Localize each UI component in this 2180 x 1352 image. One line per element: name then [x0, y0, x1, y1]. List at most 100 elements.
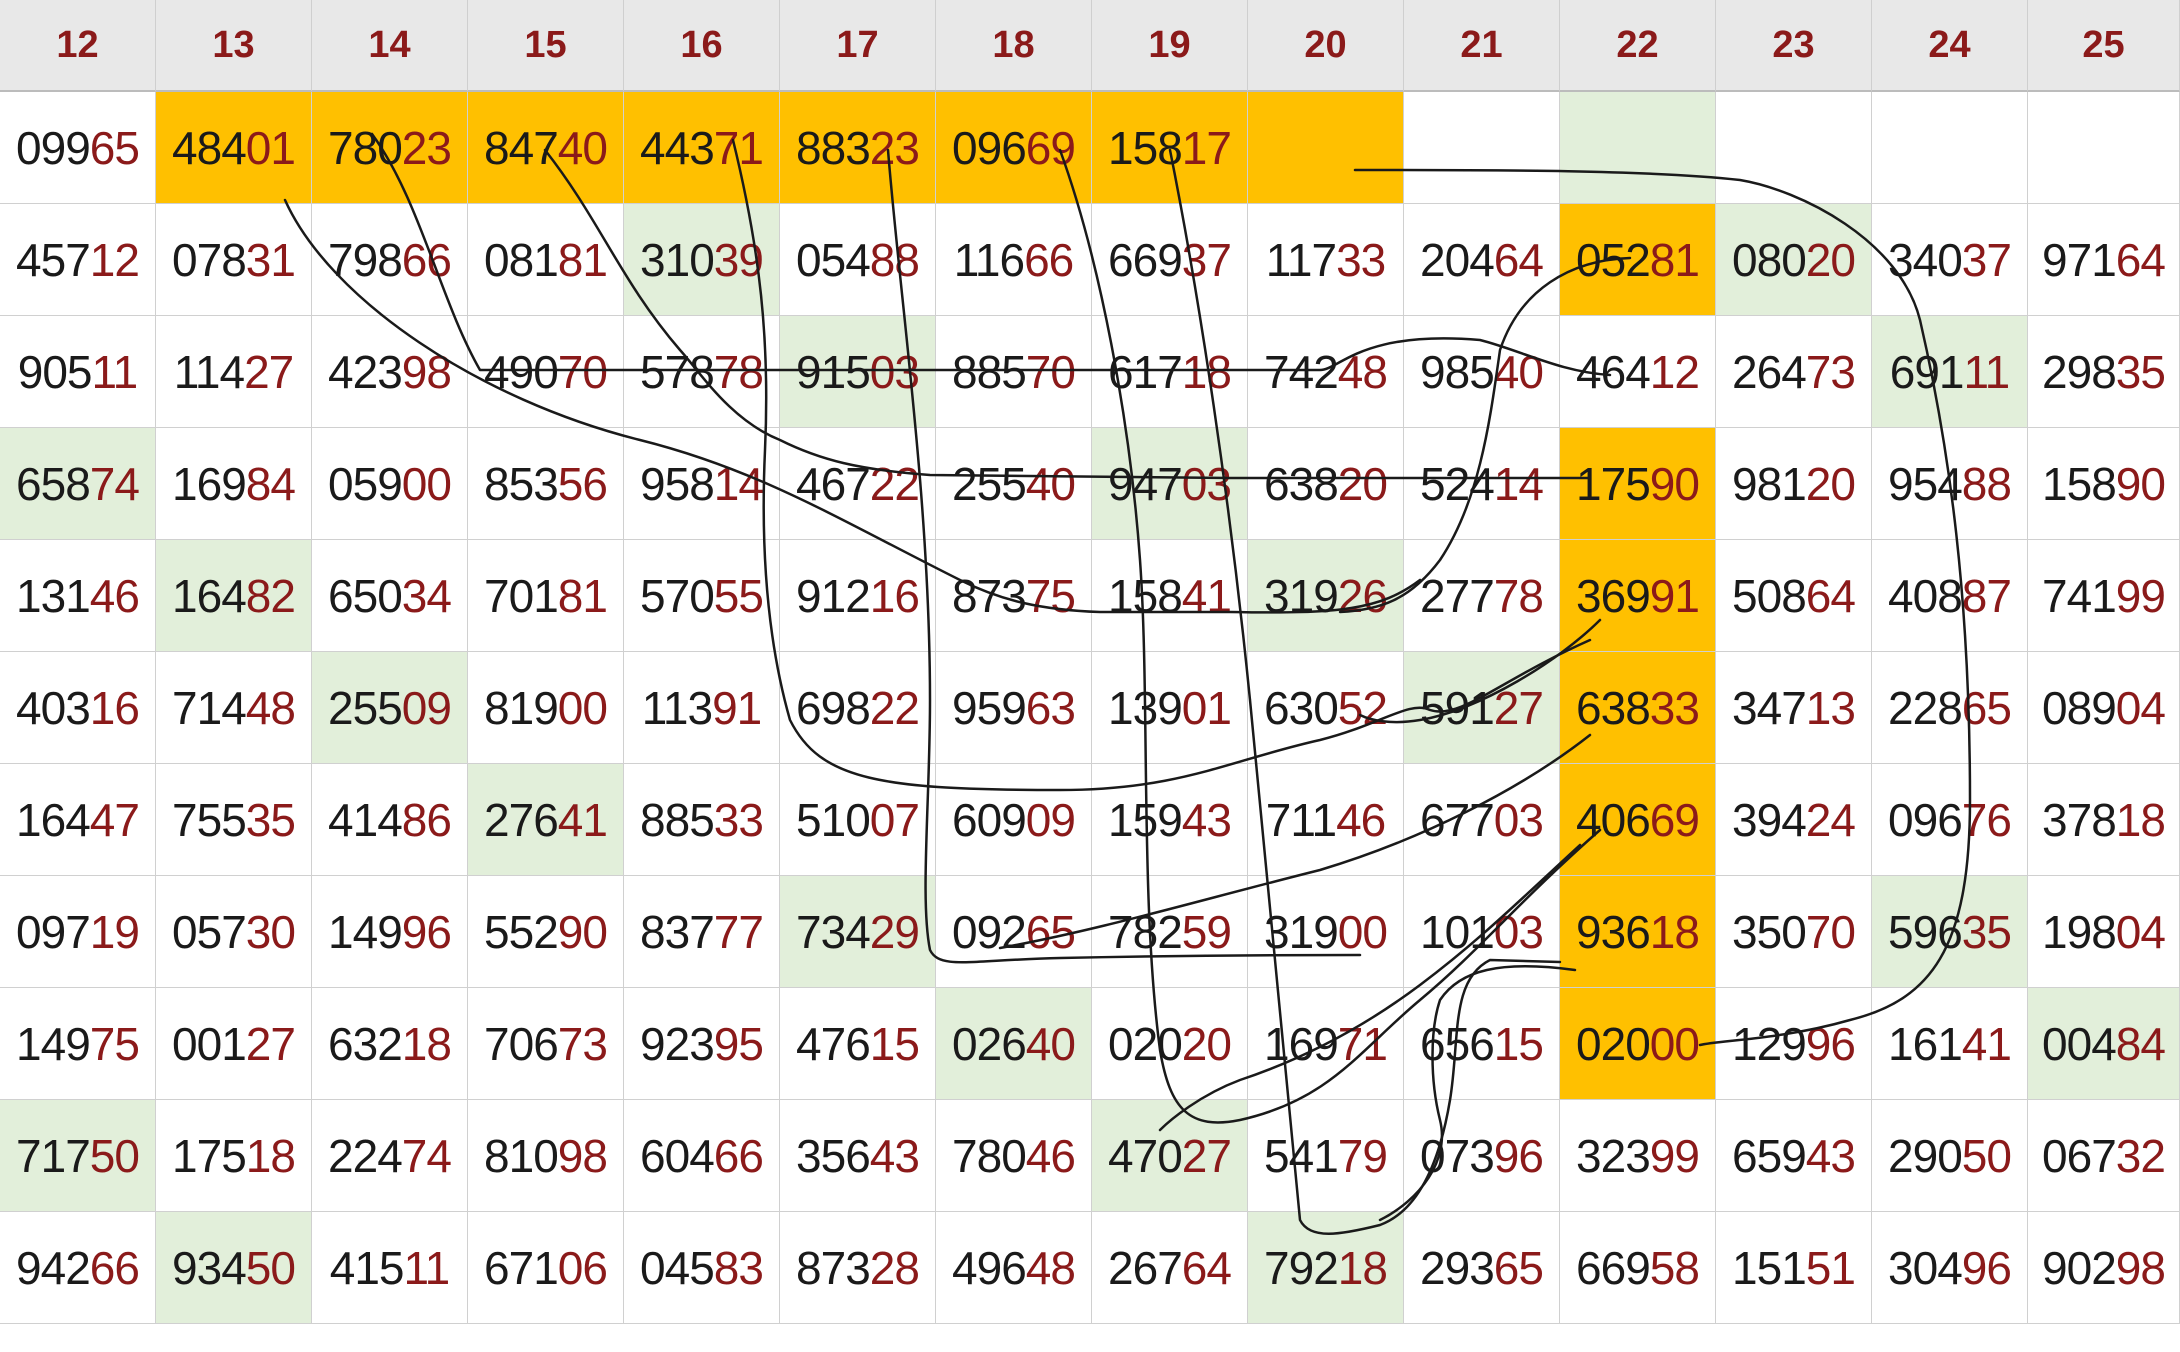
table-cell: 149 96	[312, 876, 468, 988]
cell-digits-trailing: 06	[557, 1241, 608, 1294]
table-cell: 116 66	[936, 204, 1092, 316]
cell-digits-trailing: 66	[713, 1129, 764, 1182]
table-cell: 490 70	[468, 316, 624, 428]
table-cell: 510 07	[780, 764, 936, 876]
cell-digits-trailing: 66	[89, 1241, 140, 1294]
cell-digits-trailing: 17	[1181, 121, 1232, 174]
cell-digits-trailing: 35	[245, 793, 296, 846]
cell-digits-leading: 356	[796, 1129, 871, 1182]
cell-digits-leading: 423	[328, 345, 403, 398]
cell-digits-leading: 596	[1888, 905, 1963, 958]
cell-digits-trailing: 37	[1181, 233, 1232, 286]
cell-digits-trailing: 12	[89, 233, 140, 286]
cell-digits-leading: 630	[1264, 681, 1339, 734]
cell-digits-trailing: 11	[1963, 345, 2010, 398]
table-cell: 464 12	[1560, 316, 1716, 428]
cell-digits-trailing: 96	[401, 905, 452, 958]
cell-digits-leading: 885	[640, 793, 715, 846]
table-cell: 552 90	[468, 876, 624, 988]
cell-digits-trailing: 11	[403, 1241, 450, 1294]
cell-digits-trailing: 63	[1025, 681, 1076, 734]
cell-digits-leading: 131	[16, 569, 91, 622]
cell-digits-leading: 578	[640, 345, 715, 398]
cell-digits-trailing: 56	[557, 457, 608, 510]
cell-digits-trailing: 20	[1805, 457, 1856, 510]
cell-digits-trailing: 18	[245, 1129, 296, 1182]
cell-digits-trailing: 40	[557, 121, 608, 174]
cell-digits-leading: 298	[2042, 345, 2117, 398]
column-header-17: 17	[780, 0, 936, 92]
cell-digits-leading: 981	[1732, 457, 1807, 510]
cell-digits-leading: 293	[1420, 1241, 1495, 1294]
cell-digits-leading: 734	[796, 905, 871, 958]
cell-digits-trailing: 70	[557, 345, 608, 398]
cell-digits-trailing: 46	[1025, 1129, 1076, 1182]
table-cell: 617 18	[1092, 316, 1248, 428]
cell-digits-trailing: 43	[1181, 793, 1232, 846]
cell-digits-leading: 954	[1888, 457, 1963, 510]
cell-digits-trailing: 99	[2115, 569, 2166, 622]
cell-digits-trailing: 65	[1961, 681, 2012, 734]
table-cell: 741 99	[2028, 540, 2180, 652]
cell-digits-leading: 885	[952, 345, 1027, 398]
table-cell: 669 37	[1092, 204, 1248, 316]
cell-digits-leading: 067	[2042, 1129, 2117, 1182]
cell-digits-trailing: 41	[1961, 1017, 2012, 1070]
table-cell: 158 17	[1092, 92, 1248, 204]
cell-digits-trailing: 00	[557, 681, 608, 734]
table-cell: 701 81	[468, 540, 624, 652]
table-cell: 596 35	[1872, 876, 2028, 988]
table-cell: 780 23	[312, 92, 468, 204]
cell-digits-leading: 552	[484, 905, 559, 958]
table-cell: 632 18	[312, 988, 468, 1100]
cell-digits-leading: 026	[952, 1017, 1027, 1070]
cell-digits-leading: 656	[1420, 1017, 1495, 1070]
cell-digits-leading: 264	[1732, 345, 1807, 398]
cell-digits-trailing: 78	[1493, 569, 1544, 622]
cell-digits-trailing: 18	[1337, 1241, 1388, 1294]
cell-digits-trailing: 20	[1337, 457, 1388, 510]
cell-digits-trailing: 64	[1181, 1241, 1232, 1294]
cell-digits-leading: 149	[16, 1017, 91, 1070]
cell-digits-leading: 164	[172, 569, 247, 622]
cell-digits-trailing: 96	[1493, 1129, 1544, 1182]
table-cell: 096 69	[936, 92, 1092, 204]
table-cell: 276 41	[468, 764, 624, 876]
cell-digits-trailing: 43	[869, 1129, 920, 1182]
cell-digits-leading: 902	[2042, 1241, 2117, 1294]
table-cell: 942 66	[0, 1212, 156, 1324]
cell-digits-trailing: 50	[1961, 1129, 2012, 1182]
table-cell: 873 75	[936, 540, 1092, 652]
cell-digits-trailing: 64	[1805, 569, 1856, 622]
cell-digits-leading: 591	[1420, 681, 1495, 734]
cell-digits-leading: 711	[1265, 793, 1337, 846]
table-cell: 408 87	[1872, 540, 2028, 652]
column-header-16: 16	[624, 0, 780, 92]
cell-digits-leading: 570	[640, 569, 715, 622]
cell-digits-trailing: 65	[1025, 905, 1076, 958]
cell-digits-trailing: 81	[557, 233, 608, 286]
table-cell: 255 09	[312, 652, 468, 764]
table-cell: 638 33	[1560, 652, 1716, 764]
table-cell: 319 00	[1248, 876, 1404, 988]
table-cell: 923 95	[624, 988, 780, 1100]
cell-digits-trailing: 77	[713, 905, 764, 958]
table-cell: 706 73	[468, 988, 624, 1100]
cell-digits-trailing: 23	[869, 121, 920, 174]
cell-digits-trailing: 18	[2115, 793, 2166, 846]
table-cell: 971 64	[2028, 204, 2180, 316]
table-cell: 057 30	[156, 876, 312, 988]
table-cell: 905 11	[0, 316, 156, 428]
table-cell: 151 51	[1716, 1212, 1872, 1324]
cell-digits-trailing: 48	[1025, 1241, 1076, 1294]
cell-digits-trailing: 50	[89, 1129, 140, 1182]
cell-digits-trailing: 12	[1649, 345, 1700, 398]
cell-digits-leading: 277	[1420, 569, 1495, 622]
cell-digits-trailing: 47	[89, 793, 140, 846]
cell-digits-leading: 457	[16, 233, 91, 286]
cell-digits-trailing: 03	[1493, 905, 1544, 958]
cell-digits-leading: 319	[1264, 569, 1339, 622]
table-cell: 780 46	[936, 1100, 1092, 1212]
cell-digits-leading: 096	[1888, 793, 1963, 846]
table-cell	[1404, 92, 1560, 204]
